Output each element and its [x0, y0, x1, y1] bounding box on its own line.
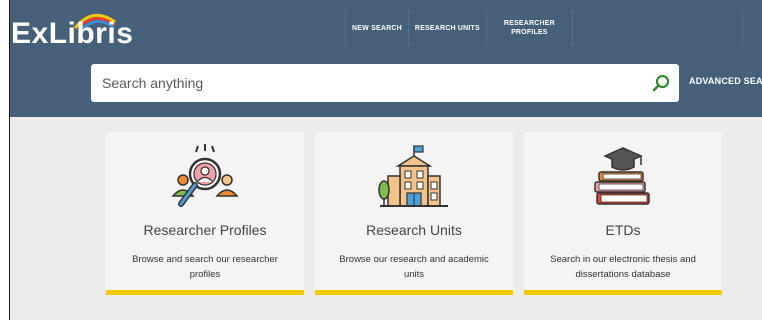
researcher-search-icon	[106, 142, 304, 214]
header: ExLibris NEW SEARCH RESEARCH UNITS RESEA…	[10, 0, 762, 117]
card-research-units[interactable]: Research Units Browse our research and a…	[315, 132, 513, 295]
search-icon	[652, 74, 670, 92]
card-title: ETDs	[605, 222, 641, 238]
building-icon	[315, 142, 513, 214]
books-graduation-cap-icon	[524, 142, 722, 214]
card-description: Search in our electronic thesis and diss…	[550, 254, 696, 280]
card-researcher-profiles[interactable]: Researcher Profiles Browse and search ou…	[106, 132, 304, 295]
card-title: Research Units	[366, 222, 462, 238]
card-description: Browse and search our researcher profile…	[132, 254, 278, 280]
nav-spacer	[573, 10, 743, 46]
card-title: Researcher Profiles	[143, 222, 267, 238]
logo-text: ExLibris	[11, 17, 134, 50]
nav-research-units[interactable]: RESEARCH UNITS	[409, 10, 487, 46]
card-description: Browse our research and academic units	[339, 254, 489, 280]
search-button[interactable]	[643, 64, 679, 102]
main-nav: NEW SEARCH RESEARCH UNITS RESEARCHER PRO…	[345, 10, 743, 46]
left-edge	[0, 0, 10, 320]
search-input[interactable]	[91, 64, 643, 102]
card-etds[interactable]: ETDs Search in our electronic thesis and…	[524, 132, 722, 295]
search-box	[91, 64, 679, 102]
nav-new-search[interactable]: NEW SEARCH	[345, 10, 409, 46]
advanced-search-link[interactable]: ADVANCED SEARCH	[689, 76, 762, 86]
nav-researcher-profiles[interactable]: RESEARCHER PROFILES	[487, 10, 573, 46]
